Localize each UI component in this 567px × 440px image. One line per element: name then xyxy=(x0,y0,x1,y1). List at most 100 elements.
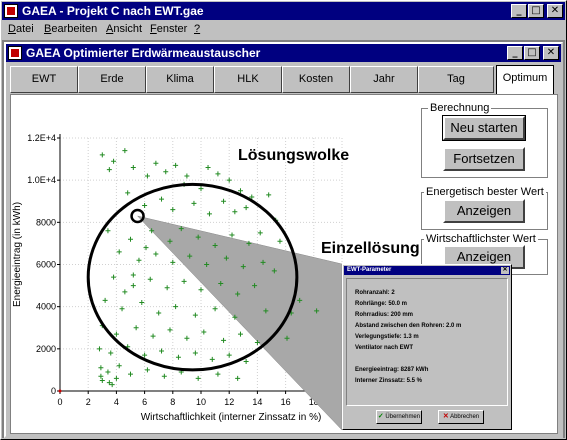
data-point xyxy=(167,327,173,333)
dialog-close-icon[interactable]: ✕ xyxy=(501,267,509,274)
group-berechnung-label: Berechnung xyxy=(428,102,492,114)
data-point xyxy=(153,160,159,166)
data-point xyxy=(139,299,145,305)
data-point xyxy=(144,173,150,179)
data-point xyxy=(111,274,117,280)
data-point xyxy=(257,230,263,236)
y-tick-label: 1.2E+4 xyxy=(27,133,56,143)
x-tick-label: 6 xyxy=(142,397,147,407)
data-point xyxy=(150,333,156,339)
energetisch-anzeigen-button[interactable]: Anzeigen xyxy=(443,199,525,223)
group-wirtschaftlich-label: Wirtschaftlichster Wert xyxy=(424,233,538,245)
data-point xyxy=(128,236,133,242)
data-point xyxy=(128,371,133,377)
data-point xyxy=(142,352,148,358)
data-point xyxy=(198,287,204,293)
data-point xyxy=(175,354,181,360)
group-energetisch-label: Energetisch bester Wert xyxy=(424,186,546,198)
data-point xyxy=(192,350,198,356)
abbrechen-button[interactable]: ✕ Abbrechen xyxy=(438,410,484,424)
y-axis-label: Energieeintrag (in kWh) xyxy=(12,202,23,307)
data-point xyxy=(164,285,170,291)
data-point xyxy=(277,238,283,244)
y-tick-label: 6000 xyxy=(36,260,56,270)
data-point xyxy=(147,276,153,282)
data-point xyxy=(184,335,190,341)
uebernehmen-button[interactable]: ✓ Übernehmen xyxy=(376,410,422,424)
data-point xyxy=(96,346,102,352)
data-point xyxy=(235,375,241,381)
uebernehmen-label: Übernehmen xyxy=(385,414,421,420)
data-point xyxy=(181,278,187,284)
data-point xyxy=(130,283,136,289)
data-point xyxy=(122,289,128,295)
data-point xyxy=(136,257,142,263)
data-point xyxy=(106,167,112,173)
param-rohranzahl: Rohranzahl: 2 xyxy=(355,290,395,296)
dialog-info-panel: Rohranzahl: 2 Rohrlänge: 50.0 m Rohrradi… xyxy=(346,278,508,406)
data-point xyxy=(232,209,238,215)
annotation-single: Einzellösung xyxy=(321,240,420,257)
data-point xyxy=(243,205,249,211)
data-point xyxy=(163,169,169,175)
data-point xyxy=(105,369,111,375)
data-point xyxy=(170,207,176,213)
check-icon: ✓ xyxy=(377,413,384,420)
x-tick-label: 4 xyxy=(114,397,119,407)
data-point xyxy=(99,152,105,158)
data-point xyxy=(159,196,165,202)
data-point xyxy=(116,249,122,255)
x-tick-label: 14 xyxy=(252,397,262,407)
data-point xyxy=(201,329,207,335)
data-point xyxy=(226,352,232,358)
neu-starten-button[interactable]: Neu starten xyxy=(442,115,526,141)
data-point xyxy=(266,192,272,198)
abbrechen-label: Abbrechen xyxy=(450,414,480,420)
param-energieeintrag: Energieeintrag: 8287 kWh xyxy=(355,367,429,373)
data-point xyxy=(205,165,211,171)
data-point xyxy=(173,162,179,168)
x-tick-label: 8 xyxy=(170,397,175,407)
data-point xyxy=(192,312,198,318)
y-tick-label: 1.0E+4 xyxy=(27,175,56,185)
x-axis-label: Wirtschaftlichkeit (interner Zinssatz in… xyxy=(141,412,322,423)
data-point xyxy=(195,375,201,381)
data-point xyxy=(105,228,111,234)
origin-marker xyxy=(58,389,62,393)
data-point xyxy=(113,375,119,381)
data-point xyxy=(156,310,162,316)
data-point xyxy=(161,373,167,379)
data-point xyxy=(226,177,232,183)
param-rohrlaenge: Rohrlänge: 50.0 m xyxy=(355,301,408,307)
data-point xyxy=(184,173,190,179)
param-zinssatz: Interner Zinssatz: 5.5 % xyxy=(355,378,423,384)
dialog-title: EWT-Parameter xyxy=(347,267,392,273)
data-point xyxy=(243,358,249,364)
data-point xyxy=(133,325,139,331)
callout-wedge xyxy=(136,215,343,431)
data-point xyxy=(173,304,179,310)
data-point xyxy=(142,202,148,208)
data-point xyxy=(229,232,235,238)
fortsetzen-button[interactable]: Fortsetzen xyxy=(443,147,525,171)
data-point xyxy=(102,297,108,303)
data-point xyxy=(125,190,131,196)
data-point xyxy=(215,371,221,377)
data-point xyxy=(153,251,159,257)
param-abstand: Abstand zwischen den Rohren: 2.0 m xyxy=(355,323,462,329)
data-point xyxy=(130,272,136,278)
y-tick-label: 0 xyxy=(51,386,56,396)
dialog-titlebar[interactable]: EWT-Parameter ✕ xyxy=(344,266,510,275)
data-point xyxy=(191,200,197,206)
data-point xyxy=(221,198,227,204)
param-verlegungstiefe: Verlegungstiefe: 1.3 m xyxy=(355,334,419,340)
data-point xyxy=(122,148,128,154)
ewt-parameter-dialog: EWT-Parameter ✕ Rohranzahl: 2 Rohrlänge:… xyxy=(342,264,512,430)
annotation-cloud: Lösungswolke xyxy=(238,147,349,164)
data-point xyxy=(221,337,227,343)
data-point xyxy=(144,367,150,373)
cross-icon: ✕ xyxy=(442,413,449,420)
data-point xyxy=(130,165,136,171)
x-tick-label: 16 xyxy=(281,397,291,407)
y-tick-label: 4000 xyxy=(36,302,56,312)
